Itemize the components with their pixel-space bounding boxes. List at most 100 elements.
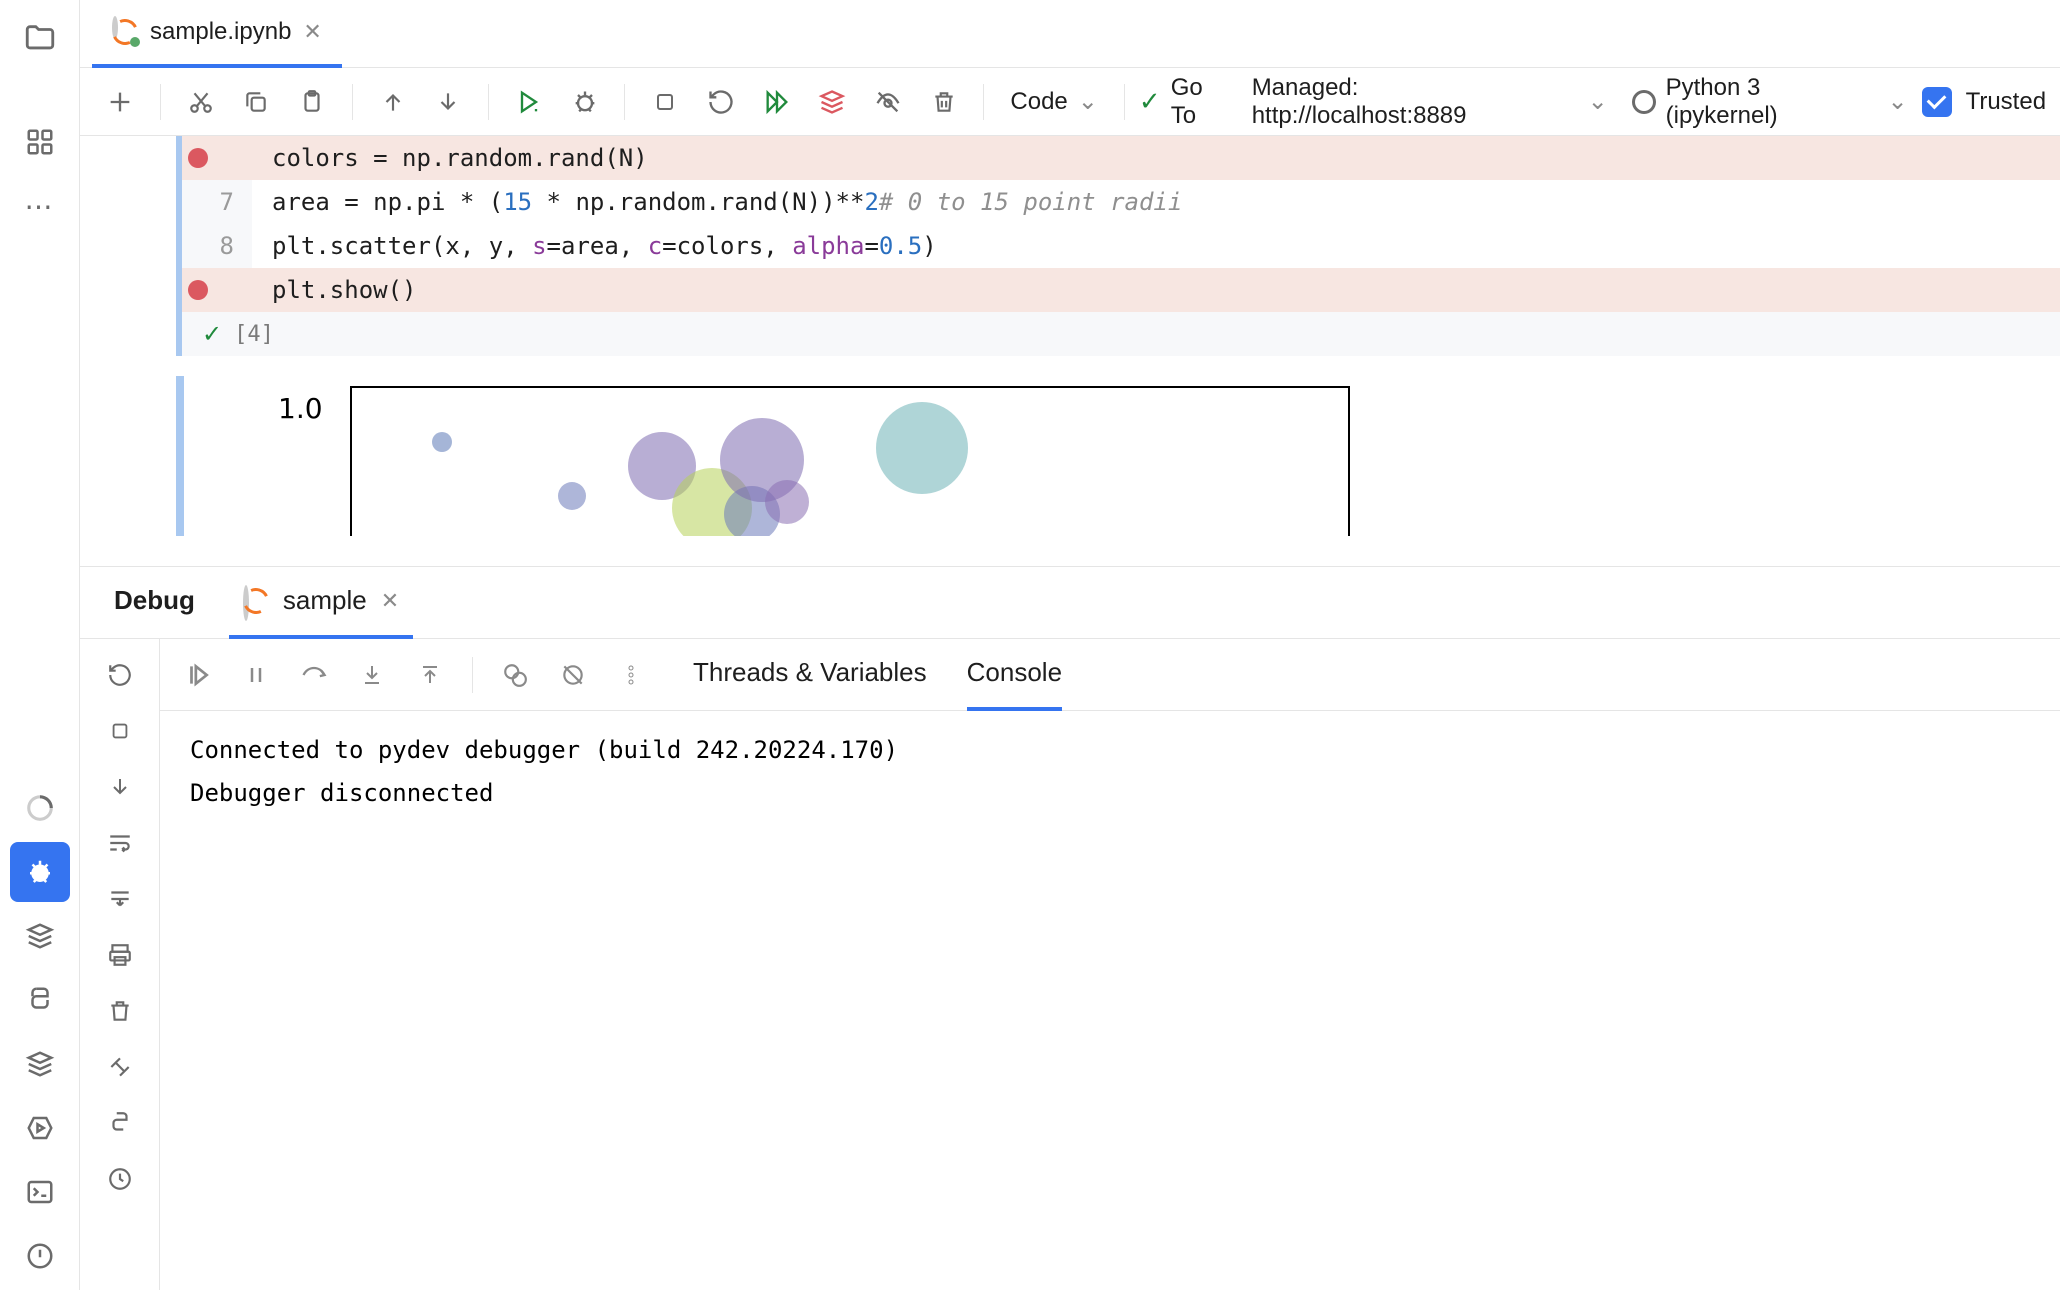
- console-line: Connected to pydev debugger (build 242.2…: [190, 729, 2030, 772]
- run-all-button[interactable]: [751, 76, 803, 128]
- close-icon[interactable]: ✕: [303, 19, 321, 45]
- tab-label: sample: [283, 585, 367, 616]
- move-up-button[interactable]: [367, 76, 419, 128]
- goto-label: Go To: [1171, 74, 1234, 130]
- warning-icon[interactable]: [10, 1226, 70, 1286]
- down-button[interactable]: [94, 761, 146, 813]
- view-breakpoints-button[interactable]: [489, 649, 541, 701]
- breakpoint-icon[interactable]: [188, 280, 208, 300]
- execution-count: [4]: [234, 322, 274, 347]
- pause-button[interactable]: [230, 649, 282, 701]
- terminal-icon[interactable]: [10, 1162, 70, 1222]
- jupyter-icon: [243, 588, 269, 614]
- mute-breakpoints-button[interactable]: [547, 649, 599, 701]
- scatter-plot: 1.0: [270, 376, 1350, 536]
- stack-icon[interactable]: [10, 906, 70, 966]
- console-tab[interactable]: Console: [967, 639, 1062, 711]
- more-icon[interactable]: ⋯: [25, 176, 55, 236]
- chevron-down-icon: ⌄: [1078, 87, 1098, 116]
- tab-title: sample.ipynb: [150, 18, 291, 46]
- cell-output: 1.0: [80, 356, 2060, 536]
- run-cell-button[interactable]: [503, 76, 555, 128]
- server-status[interactable]: Managed: http://localhost:8889 ⌄: [1242, 74, 1618, 130]
- move-down-button[interactable]: [422, 76, 474, 128]
- check-icon: ✓: [202, 320, 222, 349]
- ytick-label: 1.0: [278, 392, 323, 425]
- bubble: [432, 432, 452, 452]
- scroll-end-button[interactable]: [94, 873, 146, 925]
- notebook-toolbar: Code ⌄ ✓ Go To Managed: http://localhost…: [80, 68, 2060, 136]
- stop-button[interactable]: [639, 76, 691, 128]
- rerun-button[interactable]: [94, 649, 146, 701]
- add-cell-button[interactable]: [94, 76, 146, 128]
- bubble: [558, 482, 586, 510]
- delete-button[interactable]: [918, 76, 970, 128]
- debug-panel: Debug sample ✕: [80, 566, 2060, 1290]
- layers-icon[interactable]: [10, 1034, 70, 1094]
- cut-button[interactable]: [175, 76, 227, 128]
- loading-icon[interactable]: [10, 778, 70, 838]
- code-line[interactable]: plt.show(): [252, 268, 2060, 312]
- python-icon[interactable]: [10, 970, 70, 1030]
- kernel-label: Python 3 (ipykernel): [1666, 74, 1878, 130]
- python-icon[interactable]: [94, 1097, 146, 1149]
- structure-icon[interactable]: [10, 112, 70, 172]
- trash-button[interactable]: [94, 985, 146, 1037]
- restart-kernel-button[interactable]: [806, 76, 858, 128]
- debug-toolbar: Threads & Variables Console: [160, 639, 2060, 711]
- step-over-button[interactable]: [288, 649, 340, 701]
- bubble: [876, 402, 968, 494]
- tab-label: Debug: [114, 585, 195, 616]
- stop-button[interactable]: [94, 705, 146, 757]
- line-number: 7: [194, 188, 234, 216]
- panel-tab-sample[interactable]: sample ✕: [229, 567, 413, 639]
- line-number: 8: [194, 232, 234, 260]
- run-hex-icon[interactable]: [10, 1098, 70, 1158]
- clear-output-button[interactable]: [862, 76, 914, 128]
- code-line[interactable]: area = np.pi * (15 * np.random.rand(N))*…: [252, 180, 2060, 224]
- kernel-select[interactable]: Python 3 (ipykernel) ⌄: [1622, 74, 1918, 130]
- breakpoint-icon[interactable]: [188, 148, 208, 168]
- print-button[interactable]: [94, 929, 146, 981]
- expand-button[interactable]: [94, 1041, 146, 1093]
- cell-type-select[interactable]: Code ⌄: [998, 87, 1109, 116]
- editor-tabbar: sample.ipynb ✕: [80, 0, 2060, 68]
- restart-button[interactable]: [695, 76, 747, 128]
- step-out-button[interactable]: [404, 649, 456, 701]
- server-label: Managed: http://localhost:8889: [1252, 74, 1578, 130]
- goto-button[interactable]: ✓ Go To: [1139, 74, 1234, 130]
- left-toolbar: ⋯: [0, 0, 80, 1290]
- code-line[interactable]: colors = np.random.rand(N): [252, 136, 2060, 180]
- copy-button[interactable]: [230, 76, 282, 128]
- step-into-button[interactable]: [346, 649, 398, 701]
- chevron-down-icon: ⌄: [1588, 87, 1608, 116]
- checkbox-icon: [1922, 87, 1952, 117]
- close-icon[interactable]: ✕: [381, 588, 399, 614]
- debug-side-toolbar: [80, 639, 160, 1290]
- editor-tab-sample[interactable]: sample.ipynb ✕: [92, 0, 342, 68]
- debug-cell-button[interactable]: [559, 76, 611, 128]
- console-line: Debugger disconnected: [190, 772, 2030, 815]
- jupyter-icon: [112, 19, 138, 45]
- tab-label: Console: [967, 657, 1062, 688]
- kernel-status-icon: [1632, 90, 1656, 114]
- code-line[interactable]: plt.scatter(x, y, s=area, c=colors, alph…: [252, 224, 2060, 268]
- resume-button[interactable]: [172, 649, 224, 701]
- threads-tab[interactable]: Threads & Variables: [693, 639, 927, 711]
- trusted-label: Trusted: [1966, 88, 2046, 116]
- console-output[interactable]: Connected to pydev debugger (build 242.2…: [160, 711, 2060, 1290]
- trusted-toggle[interactable]: Trusted: [1922, 87, 2046, 117]
- bubble: [765, 480, 809, 524]
- history-icon[interactable]: [94, 1153, 146, 1205]
- wrap-button[interactable]: [94, 817, 146, 869]
- chevron-down-icon: ⌄: [1887, 87, 1907, 116]
- debug-icon[interactable]: [10, 842, 70, 902]
- folder-icon[interactable]: [10, 8, 70, 68]
- more-button[interactable]: [605, 649, 657, 701]
- check-icon: ✓: [1139, 86, 1161, 117]
- panel-tabbar: Debug sample ✕: [80, 567, 2060, 639]
- panel-tab-debug[interactable]: Debug: [100, 567, 209, 639]
- code-editor: colors = np.random.rand(N) 7 area = np.pi …: [80, 136, 2060, 566]
- paste-button[interactable]: [286, 76, 338, 128]
- cell-type-label: Code: [1010, 88, 1067, 116]
